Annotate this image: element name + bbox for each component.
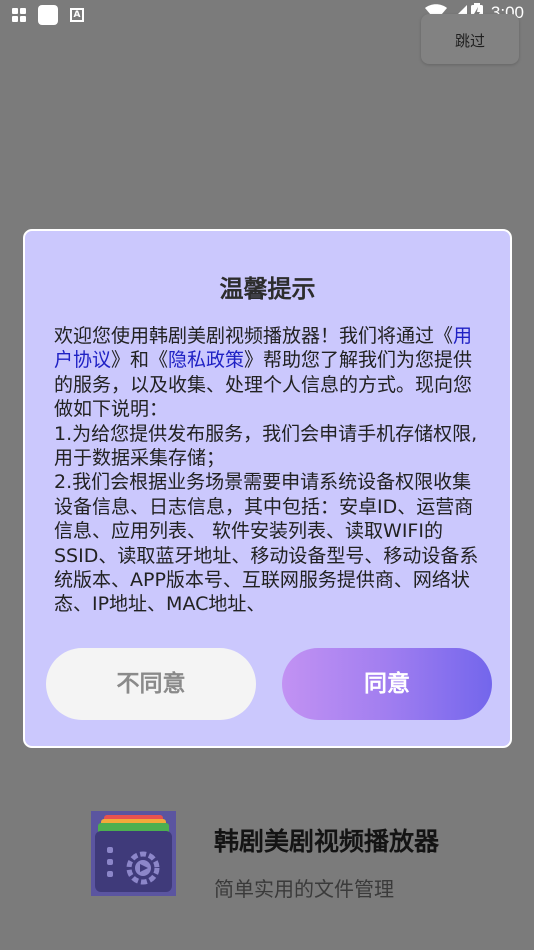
notification-icons: A bbox=[12, 5, 84, 25]
file-folder-video-icon bbox=[91, 811, 176, 896]
intro-text: 欢迎您使用韩剧美剧视频播放器！我们将通过 bbox=[54, 325, 435, 347]
a-notification-icon: A bbox=[70, 8, 84, 22]
square-notification-icon bbox=[38, 5, 58, 25]
conjunction-text: 》和《 bbox=[111, 349, 169, 372]
open-quote: 《 bbox=[434, 325, 454, 347]
skip-button[interactable]: 跳过 bbox=[421, 14, 519, 64]
intro-paragraph: 欢迎您使用韩剧美剧视频播放器！我们将通过《用户协议》和《隐私政策》帮助您了解我们… bbox=[54, 324, 484, 422]
app-slogan: 简单实用的文件管理 bbox=[214, 877, 394, 901]
disagree-button[interactable]: 不同意 bbox=[46, 648, 256, 720]
grid-notification-icon bbox=[12, 8, 26, 22]
policy-item-2: 2.我们会根据业务场景需要申请系统设备权限收集设备信息、日志信息，其中包括：安卓… bbox=[54, 471, 479, 616]
app-name: 韩剧美剧视频播放器 bbox=[214, 827, 440, 856]
dialog-body[interactable]: 欢迎您使用韩剧美剧视频播放器！我们将通过《用户协议》和《隐私政策》帮助您了解我们… bbox=[54, 324, 484, 616]
dialog-title: 温馨提示 bbox=[219, 275, 316, 303]
privacy-dialog: 温馨提示 欢迎您使用韩剧美剧视频播放器！我们将通过《用户协议》和《隐私政策》帮助… bbox=[23, 229, 512, 748]
policy-item-1: 1.为给您提供发布服务，我们会申请手机存储权限, 用于数据采集存储； bbox=[54, 422, 478, 470]
agree-button[interactable]: 同意 bbox=[282, 648, 492, 720]
privacy-policy-link[interactable]: 隐私政策 bbox=[168, 349, 244, 371]
